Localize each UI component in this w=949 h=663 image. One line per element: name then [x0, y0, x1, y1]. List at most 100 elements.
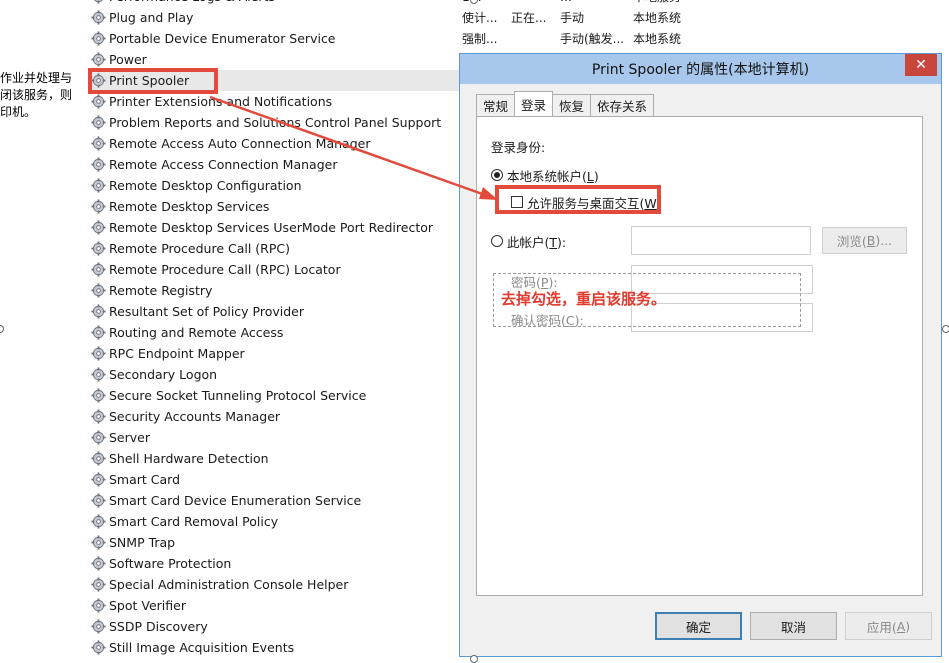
service-column-cell: 正在... [511, 11, 547, 25]
service-gear-icon [90, 346, 106, 362]
service-row[interactable]: SSDP Discovery [88, 616, 458, 637]
service-row[interactable]: Secure Socket Tunneling Protocol Service [88, 385, 458, 406]
service-row[interactable]: Remote Registry [88, 280, 458, 301]
cancel-button[interactable]: 取消 [750, 612, 837, 640]
resize-handle[interactable] [0, 325, 4, 333]
service-row[interactable]: Spot Verifier [88, 595, 458, 616]
service-gear-icon [90, 52, 106, 68]
description-line: 闭该服务，则 [0, 88, 73, 102]
service-row[interactable]: Remote Desktop Services [88, 196, 458, 217]
service-name: SNMP Trap [109, 535, 176, 550]
service-row[interactable]: RPC Endpoint Mapper [88, 343, 458, 364]
service-gear-icon [90, 10, 106, 26]
service-gear-icon [90, 451, 106, 467]
service-gear-icon [90, 556, 106, 572]
service-column-cell: … [560, 0, 633, 4]
local-system-radio[interactable] [491, 169, 503, 181]
service-name: Remote Procedure Call (RPC) [109, 241, 290, 256]
service-column-cell: 本地系统 [633, 32, 682, 46]
browse-button[interactable]: 浏览(B)... [822, 227, 907, 254]
service-gear-icon [90, 325, 106, 341]
service-row[interactable]: Smart Card [88, 469, 458, 490]
service-gear-icon [90, 388, 106, 404]
service-row[interactable]: Problem Reports and Solutions Control Pa… [88, 112, 458, 133]
service-row[interactable]: Shell Hardware Detection [88, 448, 458, 469]
resize-handle[interactable] [942, 325, 949, 333]
service-name: Secure Socket Tunneling Protocol Service [109, 388, 367, 403]
tab-label: 恢复 [559, 99, 585, 114]
service-row[interactable]: Plug and Play [88, 7, 458, 28]
logon-tab-panel: 登录身份: 本地系统帐户(L) 允许服务与桌面交互(W) 此帐户(T): 浏览(… [476, 116, 923, 596]
service-gear-icon [90, 430, 106, 446]
service-row[interactable]: Resultant Set of Policy Provider [88, 301, 458, 322]
tab-dependencies[interactable]: 依存关系 [590, 94, 655, 116]
ok-button[interactable]: 确定 [655, 612, 742, 640]
service-row[interactable]: Remote Desktop Configuration [88, 175, 458, 196]
service-columns: 1……本地服务使计...正在...手动本地系统强制...手动(触发...本地系统 [462, 0, 703, 49]
service-row[interactable]: Routing and Remote Access [88, 322, 458, 343]
service-row[interactable]: Remote Procedure Call (RPC) [88, 238, 458, 259]
service-gear-icon [90, 283, 106, 299]
service-gear-icon [90, 514, 106, 530]
service-gear-icon [90, 73, 106, 89]
resize-handle[interactable] [470, 655, 478, 663]
service-gear-icon [90, 157, 106, 173]
description-line: 作业并处理与 [0, 71, 73, 85]
service-name: Printer Extensions and Notifications [109, 94, 333, 109]
service-name: Software Protection [109, 556, 232, 571]
service-row[interactable]: Secondary Logon [88, 364, 458, 385]
services-list: Performance Logs & Alerts Plug and Play Po… [88, 0, 460, 658]
dialog-titlebar[interactable]: Print Spooler 的属性(本地计算机) ✕ [460, 54, 941, 84]
service-row[interactable]: Remote Access Auto Connection Manager [88, 133, 458, 154]
service-row[interactable]: Printer Extensions and Notifications [88, 91, 458, 112]
service-columns-row: 使计... 正在... 手动 本地系统 [462, 7, 703, 28]
service-name: Remote Desktop Services UserMode Port Re… [109, 220, 434, 235]
service-gear-icon [90, 577, 106, 593]
service-gear-icon [90, 640, 106, 656]
service-gear-icon [90, 493, 106, 509]
service-row[interactable]: Print Spooler [88, 70, 460, 91]
tab-logon[interactable]: 登录 [514, 91, 554, 116]
this-account-radio[interactable] [491, 235, 503, 247]
service-row[interactable]: Performance Logs & Alerts [88, 0, 458, 7]
service-gear-icon [90, 598, 106, 614]
service-row[interactable]: Remote Access Connection Manager [88, 154, 458, 175]
service-gear-icon [90, 304, 106, 320]
close-button[interactable]: ✕ [905, 54, 937, 76]
service-gear-icon [90, 31, 106, 47]
apply-button[interactable]: 应用(A) [845, 612, 932, 640]
service-row[interactable]: Smart Card Device Enumeration Service [88, 490, 458, 511]
service-name: SSDP Discovery [109, 619, 208, 634]
service-gear-icon [90, 241, 106, 257]
tab-strip: 常规 登录 恢复 依存关系 [476, 91, 655, 116]
service-row[interactable]: Smart Card Removal Policy [88, 511, 458, 532]
service-name: Remote Registry [109, 283, 213, 298]
service-name: Plug and Play [109, 10, 194, 25]
dialog-title: Print Spooler 的属性(本地计算机) [591, 62, 810, 78]
interact-desktop-checkbox[interactable] [511, 196, 523, 208]
service-row[interactable]: Still Image Acquisition Events [88, 637, 458, 658]
service-row[interactable]: SNMP Trap [88, 532, 458, 553]
properties-dialog: Print Spooler 的属性(本地计算机) ✕ 常规 登录 恢复 依存关系… [459, 53, 942, 657]
service-name: Shell Hardware Detection [109, 451, 269, 466]
service-row[interactable]: Remote Desktop Services UserMode Port Re… [88, 217, 458, 238]
service-row[interactable]: Software Protection [88, 553, 458, 574]
tab-recovery[interactable]: 恢复 [552, 94, 592, 116]
service-row[interactable]: Remote Procedure Call (RPC) Locator [88, 259, 458, 280]
service-row[interactable]: Portable Device Enumerator Service [88, 28, 458, 49]
account-input[interactable] [631, 226, 811, 255]
tab-general[interactable]: 常规 [476, 94, 516, 116]
service-gear-icon [90, 535, 106, 551]
service-row[interactable]: Special Administration Console Helper [88, 574, 458, 595]
service-row[interactable]: Server [88, 427, 458, 448]
service-columns-row: 1……本地服务 [462, 0, 703, 7]
service-column-cell: 强制... [462, 32, 498, 46]
service-name: Remote Access Connection Manager [109, 157, 338, 172]
service-row[interactable]: Power [88, 49, 458, 70]
service-row[interactable]: Security Accounts Manager [88, 406, 458, 427]
service-columns-row: 强制... 手动(触发... 本地系统 [462, 28, 703, 49]
service-gear-icon [90, 619, 106, 635]
service-name: Special Administration Console Helper [109, 577, 349, 592]
service-gear-icon [90, 220, 106, 236]
service-name: Spot Verifier [109, 598, 186, 613]
